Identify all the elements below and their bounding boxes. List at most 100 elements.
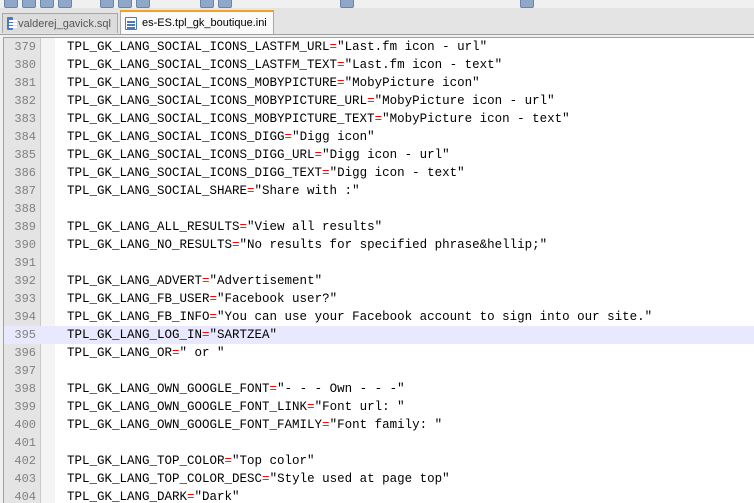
ini-key: TPL_GK_LANG_FB_USER	[67, 292, 210, 306]
ini-value: "Last.fm icon - url"	[337, 40, 488, 54]
line-text: TPL_GK_LANG_FB_INFO="You can use your Fa…	[67, 308, 652, 326]
undo-icon[interactable]	[200, 0, 214, 8]
code-line[interactable]: 396 TPL_GK_LANG_OR=" or "	[4, 344, 754, 362]
code-line[interactable]: 384 TPL_GK_LANG_SOCIAL_ICONS_DIGG="Digg i…	[4, 128, 754, 146]
equals-operator: =	[307, 400, 315, 414]
line-number: 383	[14, 112, 36, 126]
tab-label: valderej_gavick.sql	[18, 17, 111, 30]
find-icon[interactable]	[340, 0, 354, 8]
code-editor[interactable]: 379 TPL_GK_LANG_SOCIAL_ICONS_LASTFM_URL="…	[3, 37, 754, 503]
code-line[interactable]: 391	[4, 254, 754, 272]
equals-operator: =	[224, 454, 233, 468]
code-line[interactable]: 388	[4, 200, 754, 218]
code-line[interactable]: 402 TPL_GK_LANG_TOP_COLOR="Top color"	[4, 452, 754, 470]
code-line[interactable]: 390 TPL_GK_LANG_NO_RESULTS="No results fo…	[4, 236, 754, 254]
line-number: 403	[14, 472, 36, 486]
code-line[interactable]: 394 TPL_GK_LANG_FB_INFO="You can use your…	[4, 308, 754, 326]
code-line[interactable]: 382 TPL_GK_LANG_SOCIAL_ICONS_MOBYPICTURE_…	[4, 92, 754, 110]
tab-sql-file[interactable]: valderej_gavick.sql	[2, 13, 118, 33]
save-all-icon[interactable]	[58, 0, 72, 8]
code-line[interactable]: 381 TPL_GK_LANG_SOCIAL_ICONS_MOBYPICTURE=…	[4, 74, 754, 92]
tab-ini-file[interactable]: es-ES.tpl_gk_boutique.ini	[120, 10, 274, 34]
save-icon[interactable]	[40, 0, 54, 8]
code-line[interactable]: 393 TPL_GK_LANG_FB_USER="Facebook user?"	[4, 290, 754, 308]
ini-value: "MobyPicture icon - text"	[382, 112, 570, 126]
line-number: 382	[14, 94, 36, 108]
copy-icon[interactable]	[118, 0, 132, 8]
equals-operator: =	[322, 166, 330, 180]
line-number: 380	[14, 58, 36, 72]
code-line[interactable]: 399 TPL_GK_LANG_OWN_GOOGLE_FONT_LINK="Fon…	[4, 398, 754, 416]
equals-operator: =	[187, 490, 195, 503]
line-number: 379	[14, 40, 36, 54]
line-text: TPL_GK_LANG_OWN_GOOGLE_FONT_LINK="Font u…	[67, 398, 405, 416]
ini-key: TPL_GK_LANG_SOCIAL_ICONS_MOBYPICTURE_TEX…	[67, 112, 375, 126]
code-line[interactable]: 403 TPL_GK_LANG_TOP_COLOR_DESC="Style use…	[4, 470, 754, 488]
ini-value: " or "	[179, 346, 225, 360]
zoom-icon[interactable]	[520, 0, 534, 8]
code-line[interactable]: 398 TPL_GK_LANG_OWN_GOOGLE_FONT="- - - Ow…	[4, 380, 754, 398]
line-number: 398	[14, 382, 36, 396]
code-line[interactable]: 401	[4, 434, 754, 452]
ini-key: TPL_GK_LANG_SOCIAL_ICONS_LASTFM_URL	[67, 40, 330, 54]
code-line[interactable]: 404 TPL_GK_LANG_DARK="Dark"	[4, 488, 754, 503]
code-line[interactable]: 395 TPL_GK_LANG_LOG_IN="SARTZEA"	[4, 326, 754, 344]
line-text: TPL_GK_LANG_DARK="Dark"	[67, 488, 240, 503]
line-number: 399	[14, 400, 36, 414]
open-file-icon[interactable]	[22, 0, 36, 8]
line-number: 384	[14, 130, 36, 144]
equals-operator: =	[262, 472, 270, 486]
ini-key: TPL_GK_LANG_TOP_COLOR	[67, 454, 225, 468]
ini-key: TPL_GK_LANG_LOG_IN	[67, 328, 203, 342]
line-text: TPL_GK_LANG_SOCIAL_ICONS_LASTFM_URL="Las…	[67, 38, 487, 56]
code-line[interactable]: 383 TPL_GK_LANG_SOCIAL_ICONS_MOBYPICTURE_…	[4, 110, 754, 128]
line-text: TPL_GK_LANG_ALL_RESULTS="View all result…	[67, 218, 382, 236]
ini-value: "MobyPicture icon - url"	[374, 94, 555, 108]
line-text: TPL_GK_LANG_SOCIAL_SHARE="Share with :"	[67, 182, 360, 200]
line-number: 390	[14, 238, 36, 252]
code-line[interactable]: 386 TPL_GK_LANG_SOCIAL_ICONS_DIGG_TEXT="D…	[4, 164, 754, 182]
line-number: 401	[14, 436, 36, 450]
ini-value: "No results for specified phrase&hellip;…	[239, 238, 548, 252]
sql-file-icon	[7, 17, 18, 30]
code-line[interactable]: 400 TPL_GK_LANG_OWN_GOOGLE_FONT_FAMILY="F…	[4, 416, 754, 434]
ini-value: "You can use your Facebook account to si…	[217, 310, 653, 324]
ini-value: "View all results"	[247, 220, 383, 234]
paste-icon[interactable]	[136, 0, 150, 8]
equals-operator: =	[337, 58, 345, 72]
redo-icon[interactable]	[218, 0, 232, 8]
ini-key: TPL_GK_LANG_ALL_RESULTS	[67, 220, 240, 234]
line-text: TPL_GK_LANG_OR=" or "	[67, 344, 225, 362]
line-number: 397	[14, 364, 36, 378]
ini-key: TPL_GK_LANG_SOCIAL_ICONS_DIGG_TEXT	[67, 166, 323, 180]
equals-operator: =	[367, 94, 375, 108]
equals-operator: =	[322, 418, 330, 432]
code-line[interactable]: 389 TPL_GK_LANG_ALL_RESULTS="View all res…	[4, 218, 754, 236]
line-text: TPL_GK_LANG_SOCIAL_ICONS_MOBYPICTURE="Mo…	[67, 74, 480, 92]
new-file-icon[interactable]	[4, 0, 18, 8]
ini-value: "Digg icon - text"	[329, 166, 465, 180]
ini-value: "Last.fm icon - text"	[344, 58, 503, 72]
cut-icon[interactable]	[100, 0, 114, 8]
line-number: 391	[14, 256, 36, 270]
line-text: TPL_GK_LANG_OWN_GOOGLE_FONT="- - - Own -…	[67, 380, 405, 398]
line-number: 394	[14, 310, 36, 324]
equals-operator: =	[337, 76, 345, 90]
equals-operator: =	[247, 184, 255, 198]
code-line[interactable]: 385 TPL_GK_LANG_SOCIAL_ICONS_DIGG_URL="Di…	[4, 146, 754, 164]
line-text: TPL_GK_LANG_SOCIAL_ICONS_DIGG_TEXT="Digg…	[67, 164, 465, 182]
code-line[interactable]: 379 TPL_GK_LANG_SOCIAL_ICONS_LASTFM_URL="…	[4, 38, 754, 56]
code-line[interactable]: 380 TPL_GK_LANG_SOCIAL_ICONS_LASTFM_TEXT=…	[4, 56, 754, 74]
equals-operator: =	[232, 238, 240, 252]
line-number: 389	[14, 220, 36, 234]
line-number: 400	[14, 418, 36, 432]
ini-value: "Style used at page top"	[269, 472, 450, 486]
code-line[interactable]: 397	[4, 362, 754, 380]
code-line[interactable]: 387 TPL_GK_LANG_SOCIAL_SHARE="Share with …	[4, 182, 754, 200]
equals-operator: =	[172, 346, 180, 360]
code-line[interactable]: 392 TPL_GK_LANG_ADVERT="Advertisement"	[4, 272, 754, 290]
line-text: TPL_GK_LANG_SOCIAL_ICONS_LASTFM_TEXT="La…	[67, 56, 502, 74]
ini-file-icon	[125, 16, 137, 30]
line-text: TPL_GK_LANG_SOCIAL_ICONS_MOBYPICTURE_URL…	[67, 92, 555, 110]
line-text: TPL_GK_LANG_SOCIAL_ICONS_DIGG="Digg icon…	[67, 128, 375, 146]
